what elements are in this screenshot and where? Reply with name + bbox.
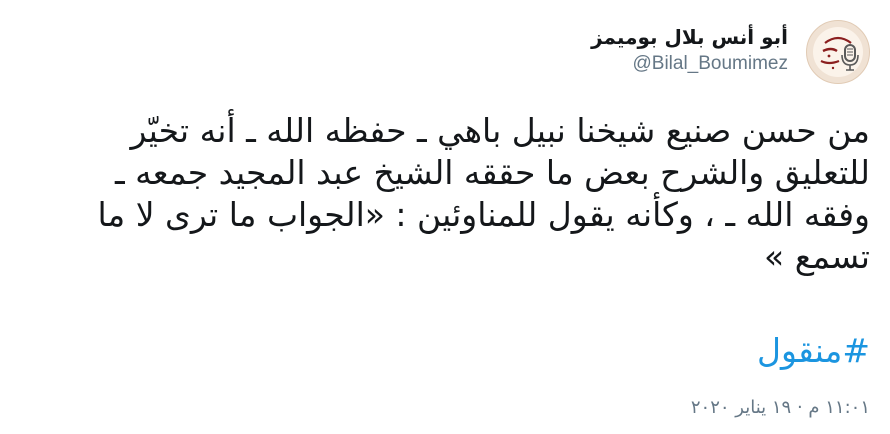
author-name[interactable]: أبو أنس بلال بوميمز xyxy=(591,24,788,50)
author-handle[interactable]: @Bilal_Boumimez xyxy=(591,52,788,76)
tweet-timestamp[interactable]: ١١:٠١ م · ١٩ يناير ٢٠٢٠ xyxy=(691,396,870,420)
microphone-logo-icon xyxy=(820,36,859,71)
avatar[interactable] xyxy=(806,20,870,84)
tweet-card: أبو أنس بلال بوميمز @Bilal_Boumimez من ح… xyxy=(0,0,890,434)
hashtag-link[interactable]: #منقول xyxy=(757,330,870,372)
tweet-text: من حسن صنيع شيخنا نبيل باهي ـ حفظه الله … xyxy=(97,111,870,276)
author-info[interactable]: أبو أنس بلال بوميمز @Bilal_Boumimez xyxy=(591,24,788,76)
